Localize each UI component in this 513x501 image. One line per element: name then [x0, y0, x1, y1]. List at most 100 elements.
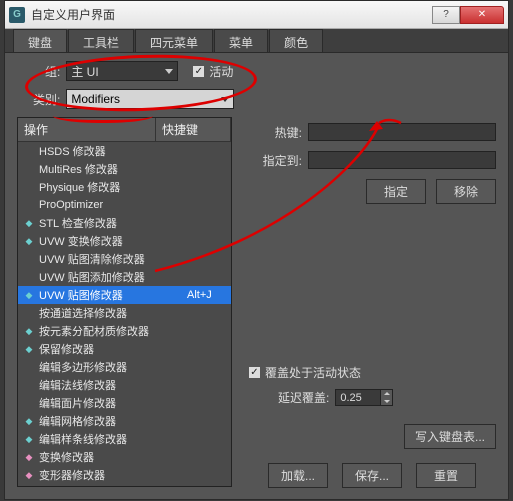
category-label: 类别:: [33, 91, 60, 108]
list-item[interactable]: ◆变形器修改器: [18, 466, 231, 484]
list-item-label: UVW 贴图添加修改器: [39, 269, 227, 285]
spinner-up-icon[interactable]: [381, 390, 392, 398]
list-item-label: 按通道选择修改器: [39, 305, 227, 321]
spinner-down-icon[interactable]: [381, 398, 392, 406]
blank-icon: [22, 162, 36, 176]
list-item[interactable]: UVW 贴图添加修改器: [18, 268, 231, 286]
tab-keyboard[interactable]: 键盘: [13, 29, 67, 52]
tab-bar: 键盘 工具栏 四元菜单 菜单 颜色: [5, 29, 508, 53]
override-checkbox[interactable]: ✓: [248, 366, 261, 379]
blank-icon: [22, 252, 36, 266]
group-label: 组:: [45, 63, 60, 80]
hotkey-input[interactable]: [308, 123, 496, 141]
modifier-icon: ◆: [22, 414, 36, 428]
list-item[interactable]: 编辑法线修改器: [18, 376, 231, 394]
list-item[interactable]: ◆UVW 变换修改器: [18, 232, 231, 250]
tab-quadmenu[interactable]: 四元菜单: [135, 29, 213, 52]
modifier-icon: ◆: [22, 432, 36, 446]
list-item-label: UVW 贴图清除修改器: [39, 251, 227, 267]
modifier-icon: ◆: [22, 234, 36, 248]
blank-icon: [22, 180, 36, 194]
list-item-label: ProOptimizer: [39, 199, 227, 211]
list-item[interactable]: ◆保留修改器: [18, 340, 231, 358]
tab-color[interactable]: 颜色: [269, 29, 323, 52]
app-icon: G: [9, 7, 25, 23]
list-item-label: 保留修改器: [39, 341, 227, 357]
list-item[interactable]: Physique 修改器: [18, 178, 231, 196]
list-item-shortcut: Alt+J: [187, 289, 227, 301]
list-item[interactable]: MultiRes 修改器: [18, 160, 231, 178]
list-item[interactable]: ◆波浪修改器: [18, 484, 231, 487]
hotkey-label: 热键:: [248, 124, 302, 141]
write-keyboard-button[interactable]: 写入键盘表...: [404, 424, 496, 449]
window-title: 自定义用户界面: [31, 6, 432, 23]
list-item-label: 波浪修改器: [39, 485, 227, 487]
tab-menu[interactable]: 菜单: [214, 29, 268, 52]
list-item-label: 按元素分配材质修改器: [39, 323, 227, 339]
modifier-icon: ◆: [22, 450, 36, 464]
list-item-label: Physique 修改器: [39, 179, 227, 195]
list-item[interactable]: ◆STL 检查修改器: [18, 214, 231, 232]
list-item-label: 编辑面片修改器: [39, 395, 227, 411]
load-button[interactable]: 加载...: [268, 463, 328, 488]
list-item[interactable]: UVW 贴图清除修改器: [18, 250, 231, 268]
list-item-label: 编辑法线修改器: [39, 377, 227, 393]
list-item[interactable]: 按通道选择修改器: [18, 304, 231, 322]
reset-button[interactable]: 重置: [416, 463, 476, 488]
category-value: Modifiers: [71, 92, 120, 106]
modifier-icon: ◆: [22, 216, 36, 230]
list-item-label: 变换修改器: [39, 449, 227, 465]
list-item[interactable]: ◆编辑样条线修改器: [18, 430, 231, 448]
list-item[interactable]: ◆变换修改器: [18, 448, 231, 466]
group-value: 主 UI: [71, 63, 98, 80]
list-item-label: MultiRes 修改器: [39, 161, 227, 177]
list-header: 操作 快捷键: [18, 118, 231, 142]
remove-button[interactable]: 移除: [436, 179, 496, 204]
assign-button[interactable]: 指定: [366, 179, 426, 204]
delay-label: 延迟覆盖:: [278, 389, 329, 406]
active-checkbox[interactable]: ✓: [192, 65, 205, 78]
close-button[interactable]: ✕: [460, 6, 504, 24]
titlebar[interactable]: G 自定义用户界面 ? ✕: [5, 1, 508, 29]
blank-icon: [22, 396, 36, 410]
tab-toolbar[interactable]: 工具栏: [68, 29, 134, 52]
list-item-label: UVW 贴图修改器: [39, 287, 187, 303]
delay-value[interactable]: 0.25: [335, 389, 381, 406]
list-item[interactable]: ◆编辑网格修改器: [18, 412, 231, 430]
help-button[interactable]: ?: [432, 6, 460, 24]
list-item[interactable]: HSDS 修改器: [18, 142, 231, 160]
modifier-icon: ◆: [22, 468, 36, 482]
save-button[interactable]: 保存...: [342, 463, 402, 488]
blank-icon: [22, 360, 36, 374]
col-action[interactable]: 操作: [18, 118, 156, 141]
list-item-label: 编辑多边形修改器: [39, 359, 227, 375]
list-item[interactable]: 编辑面片修改器: [18, 394, 231, 412]
list-item-label: UVW 变换修改器: [39, 233, 227, 249]
blank-icon: [22, 144, 36, 158]
list-item[interactable]: 编辑多边形修改器: [18, 358, 231, 376]
group-dropdown[interactable]: 主 UI: [66, 61, 178, 81]
list-item[interactable]: ProOptimizer: [18, 196, 231, 214]
category-dropdown[interactable]: Modifiers: [66, 89, 234, 109]
blank-icon: [22, 306, 36, 320]
modifier-icon: ◆: [22, 288, 36, 302]
blank-icon: [22, 270, 36, 284]
blank-icon: [22, 378, 36, 392]
modifier-icon: ◆: [22, 324, 36, 338]
col-shortcut[interactable]: 快捷键: [156, 118, 231, 141]
list-item-label: 变形器修改器: [39, 467, 227, 483]
list-item[interactable]: ◆按元素分配材质修改器: [18, 322, 231, 340]
active-label: 活动: [209, 63, 233, 80]
modifier-icon: ◆: [22, 342, 36, 356]
list-item[interactable]: ◆UVW 贴图修改器Alt+J: [18, 286, 231, 304]
blank-icon: [22, 198, 36, 212]
delay-spinner[interactable]: 0.25: [335, 389, 393, 406]
list-item-label: 编辑样条线修改器: [39, 431, 227, 447]
action-listbox[interactable]: 操作 快捷键 HSDS 修改器 MultiRes 修改器 Physique 修改器 P…: [17, 117, 232, 487]
assigned-input[interactable]: [308, 151, 496, 169]
modifier-icon: ◆: [22, 486, 36, 487]
list-item-label: HSDS 修改器: [39, 143, 227, 159]
override-label: 覆盖处于活动状态: [265, 364, 361, 381]
list-item-label: STL 检查修改器: [39, 215, 227, 231]
list-item-label: 编辑网格修改器: [39, 413, 227, 429]
